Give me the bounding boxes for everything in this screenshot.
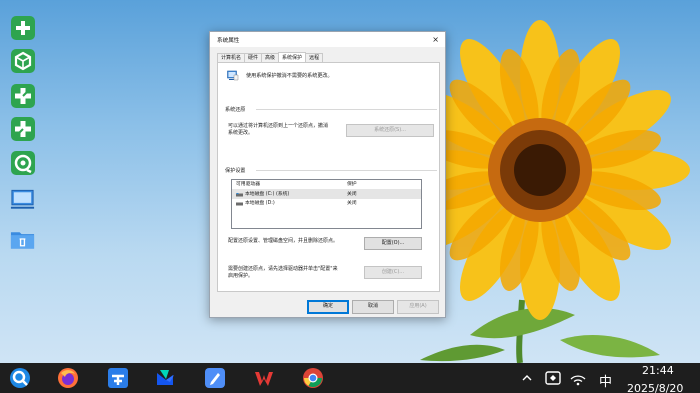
pinned-app-blue-icon[interactable] bbox=[106, 366, 130, 390]
drive-name: 本地磁盘 (C:) (系统) bbox=[245, 192, 290, 197]
header-protection[interactable]: 保护 bbox=[345, 180, 357, 189]
intro-text: 使用系统保护撤消不需要的系统更改。 bbox=[246, 72, 333, 79]
computer-icon[interactable] bbox=[9, 186, 36, 213]
apply-button[interactable]: 应用(A) bbox=[397, 300, 439, 314]
create-description: 需要创建还原点，请先选择驱动器并单击"配置"来 启用保护。 bbox=[228, 266, 338, 279]
dialog-titlebar[interactable]: 系统属性 × bbox=[210, 32, 445, 47]
configure-description: 配置还原设置、管理磁盘空间，并且删除还原点。 bbox=[228, 238, 339, 244]
restore-group-label: 系统还原 bbox=[225, 107, 246, 113]
search-app-icon[interactable] bbox=[8, 366, 32, 390]
configure-button[interactable]: 配置(O)... bbox=[364, 237, 422, 250]
drive-status: 关闭 bbox=[347, 201, 357, 206]
header-available-drives[interactable]: 可用驱动器 bbox=[232, 180, 345, 189]
tray-app-icon[interactable] bbox=[544, 369, 562, 387]
close-icon[interactable]: × bbox=[432, 35, 439, 44]
app-green-cross-icon[interactable] bbox=[9, 82, 36, 109]
restore-description: 可以通过将计算机还原到上一个还原点，撤消 系统更改。 bbox=[228, 123, 329, 136]
system-tray bbox=[520, 363, 587, 393]
clock-time[interactable]: 21:44 bbox=[642, 364, 674, 377]
ok-button[interactable]: 确定 bbox=[307, 300, 349, 314]
drive-row-d[interactable]: 本地磁盘 (D:) 关闭 bbox=[232, 199, 421, 208]
feishu-icon[interactable] bbox=[153, 366, 177, 390]
intro-row: 使用系统保护撤消不需要的系统更改。 bbox=[227, 69, 333, 81]
system-protection-icon bbox=[227, 70, 239, 81]
app-green-plus-icon[interactable] bbox=[9, 14, 36, 41]
notes-pen-icon[interactable] bbox=[203, 366, 227, 390]
chrome-icon[interactable] bbox=[301, 366, 325, 390]
app-green-cross-2-icon[interactable] bbox=[9, 115, 36, 142]
clock-date[interactable]: 2025/8/20 bbox=[627, 382, 683, 393]
restore-group-divider bbox=[256, 109, 437, 110]
system-protection-panel: 使用系统保护撤消不需要的系统更改。 系统还原 可以通过将计算机还原到上一个还原点… bbox=[217, 62, 440, 292]
protection-group-divider bbox=[256, 170, 437, 171]
chevron-up-icon[interactable] bbox=[520, 371, 534, 385]
taskbar: 中 bbox=[0, 363, 700, 393]
app-green-refresh-icon[interactable] bbox=[9, 149, 36, 176]
list-header: 可用驱动器 保护 bbox=[232, 180, 421, 190]
system-restore-button[interactable]: 系统还原(S)... bbox=[346, 124, 434, 137]
drive-name: 本地磁盘 (D:) bbox=[245, 201, 275, 206]
drive-row-c[interactable]: 本地磁盘 (C:) (系统) 关闭 bbox=[232, 190, 421, 199]
drive-status: 关闭 bbox=[347, 192, 357, 197]
system-properties-dialog: 系统属性 × 计算机名 硬件 高级 系统保护 远程 使用系统保护撤消不需要的系统… bbox=[209, 31, 446, 318]
dialog-title: 系统属性 bbox=[217, 37, 240, 44]
drives-listbox[interactable]: 可用驱动器 保护 本地磁盘 (C:) (系统) 关闭 本地磁盘 (D:) 关闭 bbox=[231, 179, 422, 229]
protection-group-label: 保护设置 bbox=[225, 168, 246, 174]
firefox-icon[interactable] bbox=[56, 366, 80, 390]
app-green-cube-icon[interactable] bbox=[9, 47, 36, 74]
ime-indicator[interactable]: 中 bbox=[599, 371, 612, 390]
disk-drive-icon bbox=[236, 202, 243, 205]
wps-icon[interactable] bbox=[252, 366, 276, 390]
system-drive-icon bbox=[236, 192, 243, 196]
cancel-button[interactable]: 取消 bbox=[352, 300, 394, 314]
recycle-bin-icon[interactable] bbox=[9, 225, 36, 252]
create-button[interactable]: 创建(C)... bbox=[364, 266, 422, 279]
wifi-icon[interactable] bbox=[569, 369, 587, 387]
